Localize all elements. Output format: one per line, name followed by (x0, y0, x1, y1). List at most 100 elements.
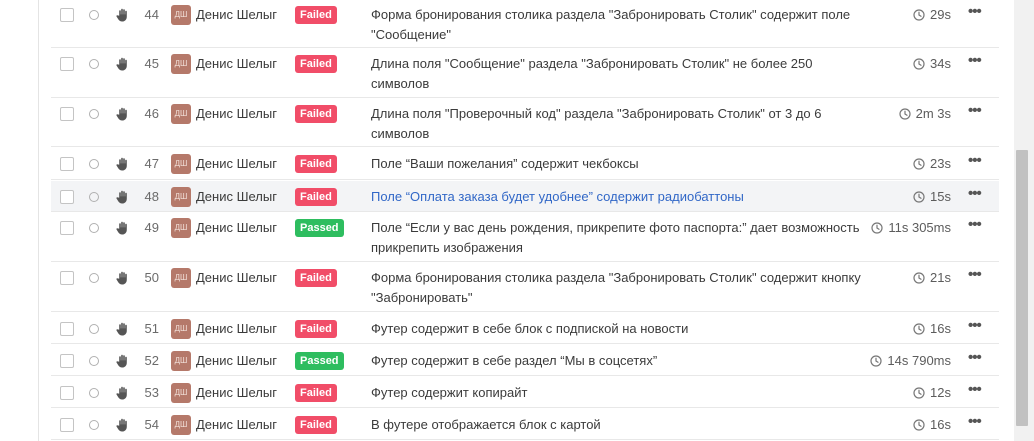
test-title[interactable]: В футере отображается блок с картой (371, 415, 871, 435)
circle-icon[interactable] (89, 10, 99, 20)
status-badge: Failed (295, 384, 337, 402)
hand-icon (115, 385, 131, 401)
user-name: Денис Шелыг (196, 385, 277, 400)
duration-value: 11s 305ms (888, 220, 951, 235)
test-row[interactable]: 46 ДШ Денис Шелыг Failed Длина поля "Проверо… (51, 99, 999, 147)
circle-icon[interactable] (89, 356, 99, 366)
test-title[interactable]: Длина поля "Сообщение" раздела "Забронир… (371, 54, 871, 94)
clock-icon (913, 8, 925, 21)
test-row[interactable]: 47 ДШ Денис Шелыг Failed Поле “Ваши пожелани… (51, 148, 999, 180)
row-checkbox[interactable] (60, 190, 74, 204)
row-checkbox[interactable] (60, 418, 74, 432)
circle-icon[interactable] (89, 388, 99, 398)
status-badge: Passed (295, 352, 344, 370)
row-checkbox[interactable] (60, 354, 74, 368)
test-title[interactable]: Длина поля "Проверочный код" раздела "За… (371, 104, 871, 144)
test-title[interactable]: Футер содержит копирайт (371, 383, 871, 403)
duration-value: 21s (930, 270, 951, 285)
test-title[interactable]: Футер содержит в себе раздел “Мы в соцсе… (371, 351, 871, 371)
duration-value: 14s 790ms (887, 353, 951, 368)
test-row[interactable]: 52 ДШ Денис Шелыг Passed Футер содержит в се… (51, 345, 999, 376)
avatar: ДШ (171, 104, 191, 124)
test-row[interactable]: 54 ДШ Денис Шелыг Failed В футере отображает… (51, 409, 999, 440)
duration: 23s (913, 156, 951, 171)
circle-icon[interactable] (89, 324, 99, 334)
circle-icon[interactable] (89, 59, 99, 69)
test-row[interactable]: 51 ДШ Денис Шелыг Failed Футер содержит в се… (51, 313, 999, 344)
hand-icon (115, 220, 131, 236)
more-icon[interactable]: ••• (968, 53, 982, 68)
circle-icon[interactable] (89, 109, 99, 119)
status-badge: Failed (295, 55, 337, 73)
duration: 21s (913, 270, 951, 285)
row-checkbox[interactable] (60, 271, 74, 285)
status-badge: Passed (295, 219, 344, 237)
duration-value: 29s (930, 7, 951, 22)
hand-icon (115, 353, 131, 369)
more-icon[interactable]: ••• (968, 382, 982, 397)
row-checkbox[interactable] (60, 221, 74, 235)
left-gutter (0, 0, 39, 441)
avatar: ДШ (171, 415, 191, 435)
test-title[interactable]: Футер содержит в себе блок с подпиской н… (371, 319, 871, 339)
row-checkbox[interactable] (60, 57, 74, 71)
row-checkbox[interactable] (60, 157, 74, 171)
clock-icon (898, 107, 911, 120)
test-title[interactable]: Форма бронирования столика раздела "Забр… (371, 268, 871, 308)
more-icon[interactable]: ••• (968, 350, 982, 365)
circle-icon[interactable] (89, 192, 99, 202)
hand-icon (115, 156, 131, 172)
duration: 2m 3s (898, 106, 951, 121)
more-icon[interactable]: ••• (968, 217, 982, 232)
hand-icon (115, 106, 131, 122)
duration: 11s 305ms (871, 220, 951, 235)
more-icon[interactable]: ••• (968, 153, 982, 168)
more-icon[interactable]: ••• (968, 4, 982, 19)
test-row[interactable]: 50 ДШ Денис Шелыг Failed Форма бронирования … (51, 263, 999, 312)
more-icon[interactable]: ••• (968, 103, 982, 118)
test-row[interactable]: 48 ДШ Денис Шелыг Failed Поле “Оплата заказа… (51, 181, 999, 212)
row-checkbox[interactable] (60, 107, 74, 121)
test-number: 47 (144, 156, 159, 171)
test-row[interactable]: 49 ДШ Денис Шелыг Passed Поле “Если у вас де… (51, 213, 999, 262)
circle-icon[interactable] (89, 420, 99, 430)
more-icon[interactable]: ••• (968, 414, 982, 429)
test-number: 52 (144, 353, 159, 368)
test-number: 45 (144, 56, 159, 71)
hand-icon (115, 417, 131, 433)
circle-icon[interactable] (89, 273, 99, 283)
user-name: Денис Шелыг (196, 189, 277, 204)
status-badge: Failed (295, 320, 337, 338)
duration: 16s (913, 417, 951, 432)
user-name: Денис Шелыг (196, 7, 277, 22)
clock-icon (913, 157, 925, 170)
test-number: 44 (144, 7, 159, 22)
test-number: 51 (144, 321, 159, 336)
duration-value: 34s (930, 56, 951, 71)
circle-icon[interactable] (89, 223, 99, 233)
test-title[interactable]: Поле “Ваши пожелания” содержит чекбоксы (371, 154, 871, 174)
user-name: Денис Шелыг (196, 106, 277, 121)
user-name: Денис Шелыг (196, 353, 277, 368)
more-icon[interactable]: ••• (968, 267, 982, 282)
test-row[interactable]: 44 ДШ Денис Шелыг Failed Форма бронирования … (51, 0, 999, 48)
scrollbar-thumb[interactable] (1016, 150, 1028, 426)
test-title[interactable]: Поле “Если у вас день рождения, прикрепи… (371, 218, 871, 258)
test-row[interactable]: 53 ДШ Денис Шелыг Failed Футер содержит копи… (51, 377, 999, 408)
row-checkbox[interactable] (60, 386, 74, 400)
more-icon[interactable]: ••• (968, 186, 982, 201)
avatar: ДШ (171, 218, 191, 238)
user-name: Денис Шелыг (196, 220, 277, 235)
row-checkbox[interactable] (60, 8, 74, 22)
clock-icon (871, 221, 883, 234)
circle-icon[interactable] (89, 159, 99, 169)
test-title[interactable]: Поле “Оплата заказа будет удобнее” содер… (371, 187, 871, 207)
row-checkbox[interactable] (60, 322, 74, 336)
duration-value: 16s (930, 417, 951, 432)
more-icon[interactable]: ••• (968, 318, 982, 333)
test-title[interactable]: Форма бронирования столика раздела "Забр… (371, 5, 871, 45)
test-row[interactable]: 45 ДШ Денис Шелыг Failed Длина поля "Сообщен… (51, 49, 999, 98)
duration: 16s (913, 321, 951, 336)
user-name: Денис Шелыг (196, 270, 277, 285)
status-badge: Failed (295, 6, 337, 24)
